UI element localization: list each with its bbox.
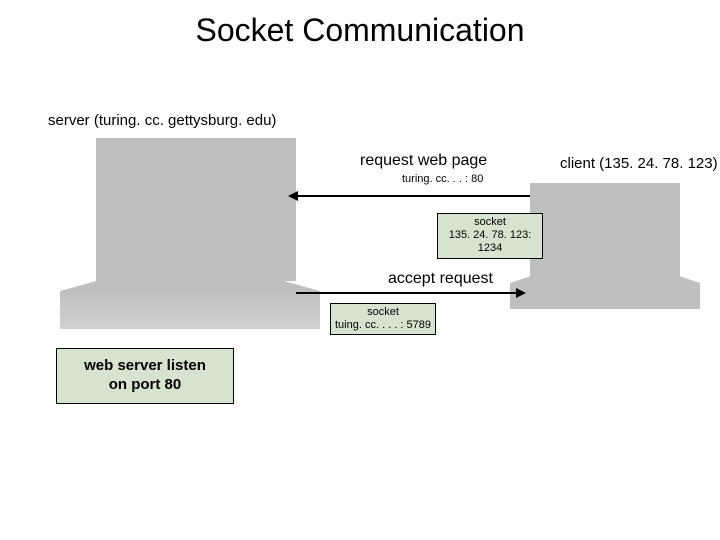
server-monitor-icon: [96, 138, 296, 281]
server-socket-line1: socket: [335, 306, 431, 319]
server-label: server (turing. cc. gettysburg. edu): [48, 112, 276, 129]
server-socket-box: socket tuing. cc. . . . : 5789: [330, 303, 436, 335]
accept-arrow-icon: [296, 292, 518, 294]
listen-line1: web server listen: [84, 357, 206, 376]
server-socket-line2: tuing. cc. . . . : 5789: [335, 319, 431, 332]
request-port-label: turing. cc. . . : 80: [402, 173, 483, 185]
client-monitor-icon: [530, 183, 680, 276]
request-web-page-label: request web page: [360, 152, 487, 170]
page-title: Socket Communication: [0, 0, 720, 49]
web-server-listen-box: web server listen on port 80: [56, 348, 234, 404]
client-label: client (135. 24. 78. 123): [560, 155, 718, 172]
client-keyboard-icon: [510, 283, 700, 309]
accept-request-label: accept request: [388, 270, 493, 288]
server-keyboard-icon: [60, 291, 320, 329]
request-arrow-icon: [296, 195, 530, 197]
client-socket-line2: 135. 24. 78. 123: 1234: [442, 229, 538, 255]
client-socket-line1: socket: [442, 216, 538, 229]
client-socket-box: socket 135. 24. 78. 123: 1234: [437, 213, 543, 259]
listen-line2: on port 80: [84, 376, 206, 395]
